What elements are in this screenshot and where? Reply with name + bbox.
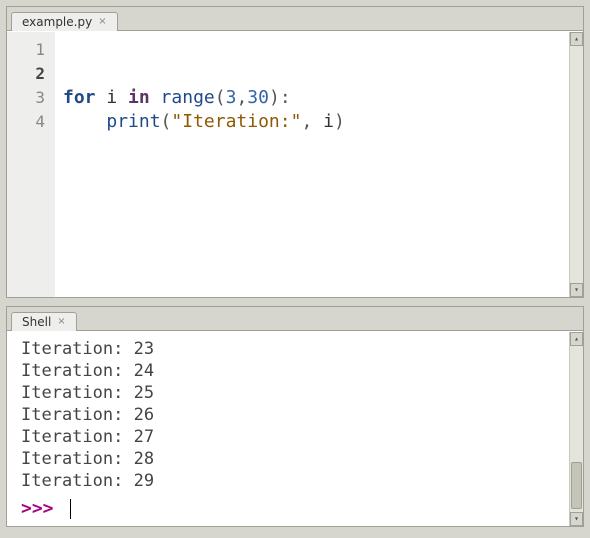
scrollbar-thumb[interactable] bbox=[571, 462, 582, 508]
shell-tab-label: Shell bbox=[22, 315, 51, 329]
shell-output-line: Iteration: 23 bbox=[21, 338, 565, 360]
shell-tab[interactable]: Shell × bbox=[11, 312, 77, 331]
shell-output-line: Iteration: 26 bbox=[21, 404, 565, 426]
shell-prompt-line[interactable]: >>> bbox=[21, 498, 565, 520]
line-number: 2 bbox=[13, 62, 45, 86]
code-area[interactable]: for i in range(3,30): print("Iteration:"… bbox=[55, 32, 569, 297]
shell-content-wrap: Iteration: 23Iteration: 24Iteration: 25I… bbox=[7, 331, 583, 526]
code-line-3: for i in range(3,30): bbox=[63, 87, 291, 108]
shell-output-area[interactable]: Iteration: 23Iteration: 24Iteration: 25I… bbox=[7, 332, 569, 526]
shell-output-line: Iteration: 25 bbox=[21, 382, 565, 404]
close-icon[interactable]: × bbox=[57, 317, 65, 327]
scroll-up-icon[interactable]: ▴ bbox=[570, 32, 583, 46]
cursor-icon bbox=[70, 499, 71, 519]
editor-tabbar: example.py × bbox=[7, 7, 583, 31]
editor-pane: example.py × 1 2 3 4 for i in range(3,30… bbox=[6, 6, 584, 298]
shell-prompt: >>> bbox=[21, 498, 64, 520]
scroll-down-icon[interactable]: ▾ bbox=[570, 283, 583, 297]
shell-output-line: Iteration: 27 bbox=[21, 426, 565, 448]
shell-pane: Shell × Iteration: 23Iteration: 24Iterat… bbox=[6, 306, 584, 527]
shell-tabbar: Shell × bbox=[7, 307, 583, 331]
code-line-4: print("Iteration:", i) bbox=[63, 111, 345, 132]
line-number: 1 bbox=[13, 38, 45, 62]
editor-content: 1 2 3 4 for i in range(3,30): print("Ite… bbox=[7, 31, 583, 297]
scroll-up-icon[interactable]: ▴ bbox=[570, 332, 583, 346]
editor-tab-label: example.py bbox=[22, 15, 92, 29]
shell-output-line: Iteration: 29 bbox=[21, 470, 565, 492]
scrollbar-track[interactable] bbox=[570, 346, 583, 512]
line-number: 4 bbox=[13, 110, 45, 134]
close-icon[interactable]: × bbox=[98, 17, 106, 27]
line-number: 3 bbox=[13, 86, 45, 110]
shell-output-line: Iteration: 24 bbox=[21, 360, 565, 382]
editor-scrollbar[interactable]: ▴ ▾ bbox=[569, 32, 583, 297]
editor-tab-example[interactable]: example.py × bbox=[11, 12, 118, 31]
shell-scrollbar[interactable]: ▴ ▾ bbox=[569, 332, 583, 526]
shell-output-line: Iteration: 28 bbox=[21, 448, 565, 470]
line-number-gutter: 1 2 3 4 bbox=[7, 32, 55, 297]
scroll-down-icon[interactable]: ▾ bbox=[570, 512, 583, 526]
scrollbar-track[interactable] bbox=[570, 46, 583, 283]
